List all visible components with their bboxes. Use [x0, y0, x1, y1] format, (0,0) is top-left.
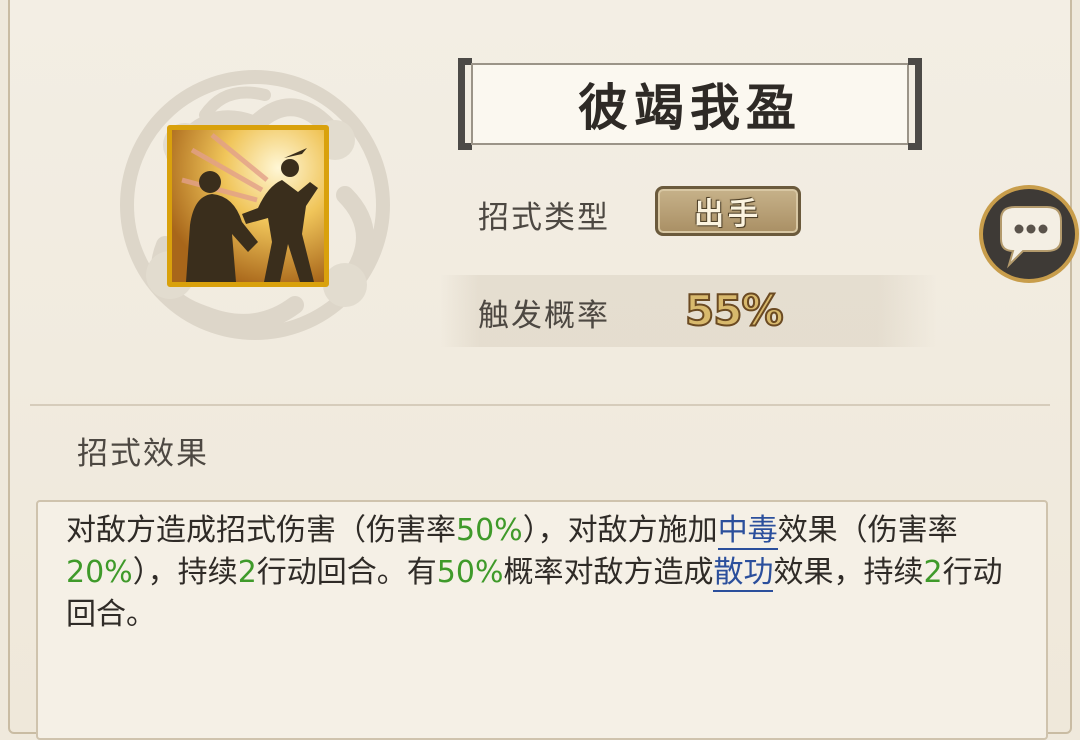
skill-type-label: 招式类型 — [478, 200, 610, 236]
effect-value: 50% — [436, 555, 504, 590]
right-bracket-decoration — [908, 58, 922, 150]
skill-icon[interactable] — [167, 125, 329, 287]
effect-value: 50% — [456, 513, 523, 548]
skill-type-value: 出手 — [694, 197, 762, 232]
effect-value: 2 — [237, 555, 257, 590]
trigger-probability-value: 55% — [684, 285, 785, 336]
effect-text-segment: ），持续 — [132, 555, 238, 590]
effects-description: 对敌方造成招式伤害（伤害率50%），对敌方施加中毒效果（伤害率20%），持续2行… — [66, 510, 1016, 636]
effect-text-segment: 概率对敌方造成 — [503, 555, 714, 590]
chat-button[interactable] — [979, 185, 1079, 283]
effect-text-segment: ），对敌方施加 — [522, 513, 718, 548]
effect-keyword-link[interactable]: 散功 — [713, 555, 774, 592]
martial-arts-fighters-icon — [172, 130, 324, 282]
effect-text-segment: 效果，持续 — [773, 555, 924, 590]
chat-bubble-ellipsis-icon — [1000, 206, 1062, 269]
skill-name-box: 彼竭我盈 — [471, 63, 909, 145]
effect-text-segment: 效果（伤害率 — [777, 513, 958, 548]
effect-value: 20% — [66, 555, 133, 590]
effect-value: 2 — [923, 555, 943, 590]
effect-text-segment: 行动回合。有 — [256, 555, 437, 590]
skill-name-plate: 彼竭我盈 — [458, 58, 922, 150]
effect-keyword-link[interactable]: 中毒 — [717, 513, 778, 550]
skill-name: 彼竭我盈 — [578, 78, 802, 137]
effects-section-title: 招式效果 — [77, 436, 209, 472]
section-divider — [30, 404, 1050, 406]
left-bracket-decoration — [458, 58, 472, 150]
skill-type-badge: 出手 — [655, 186, 801, 236]
trigger-probability-label: 触发概率 — [478, 298, 610, 334]
effect-text-segment: 对敌方造成招式伤害（伤害率 — [66, 513, 456, 548]
